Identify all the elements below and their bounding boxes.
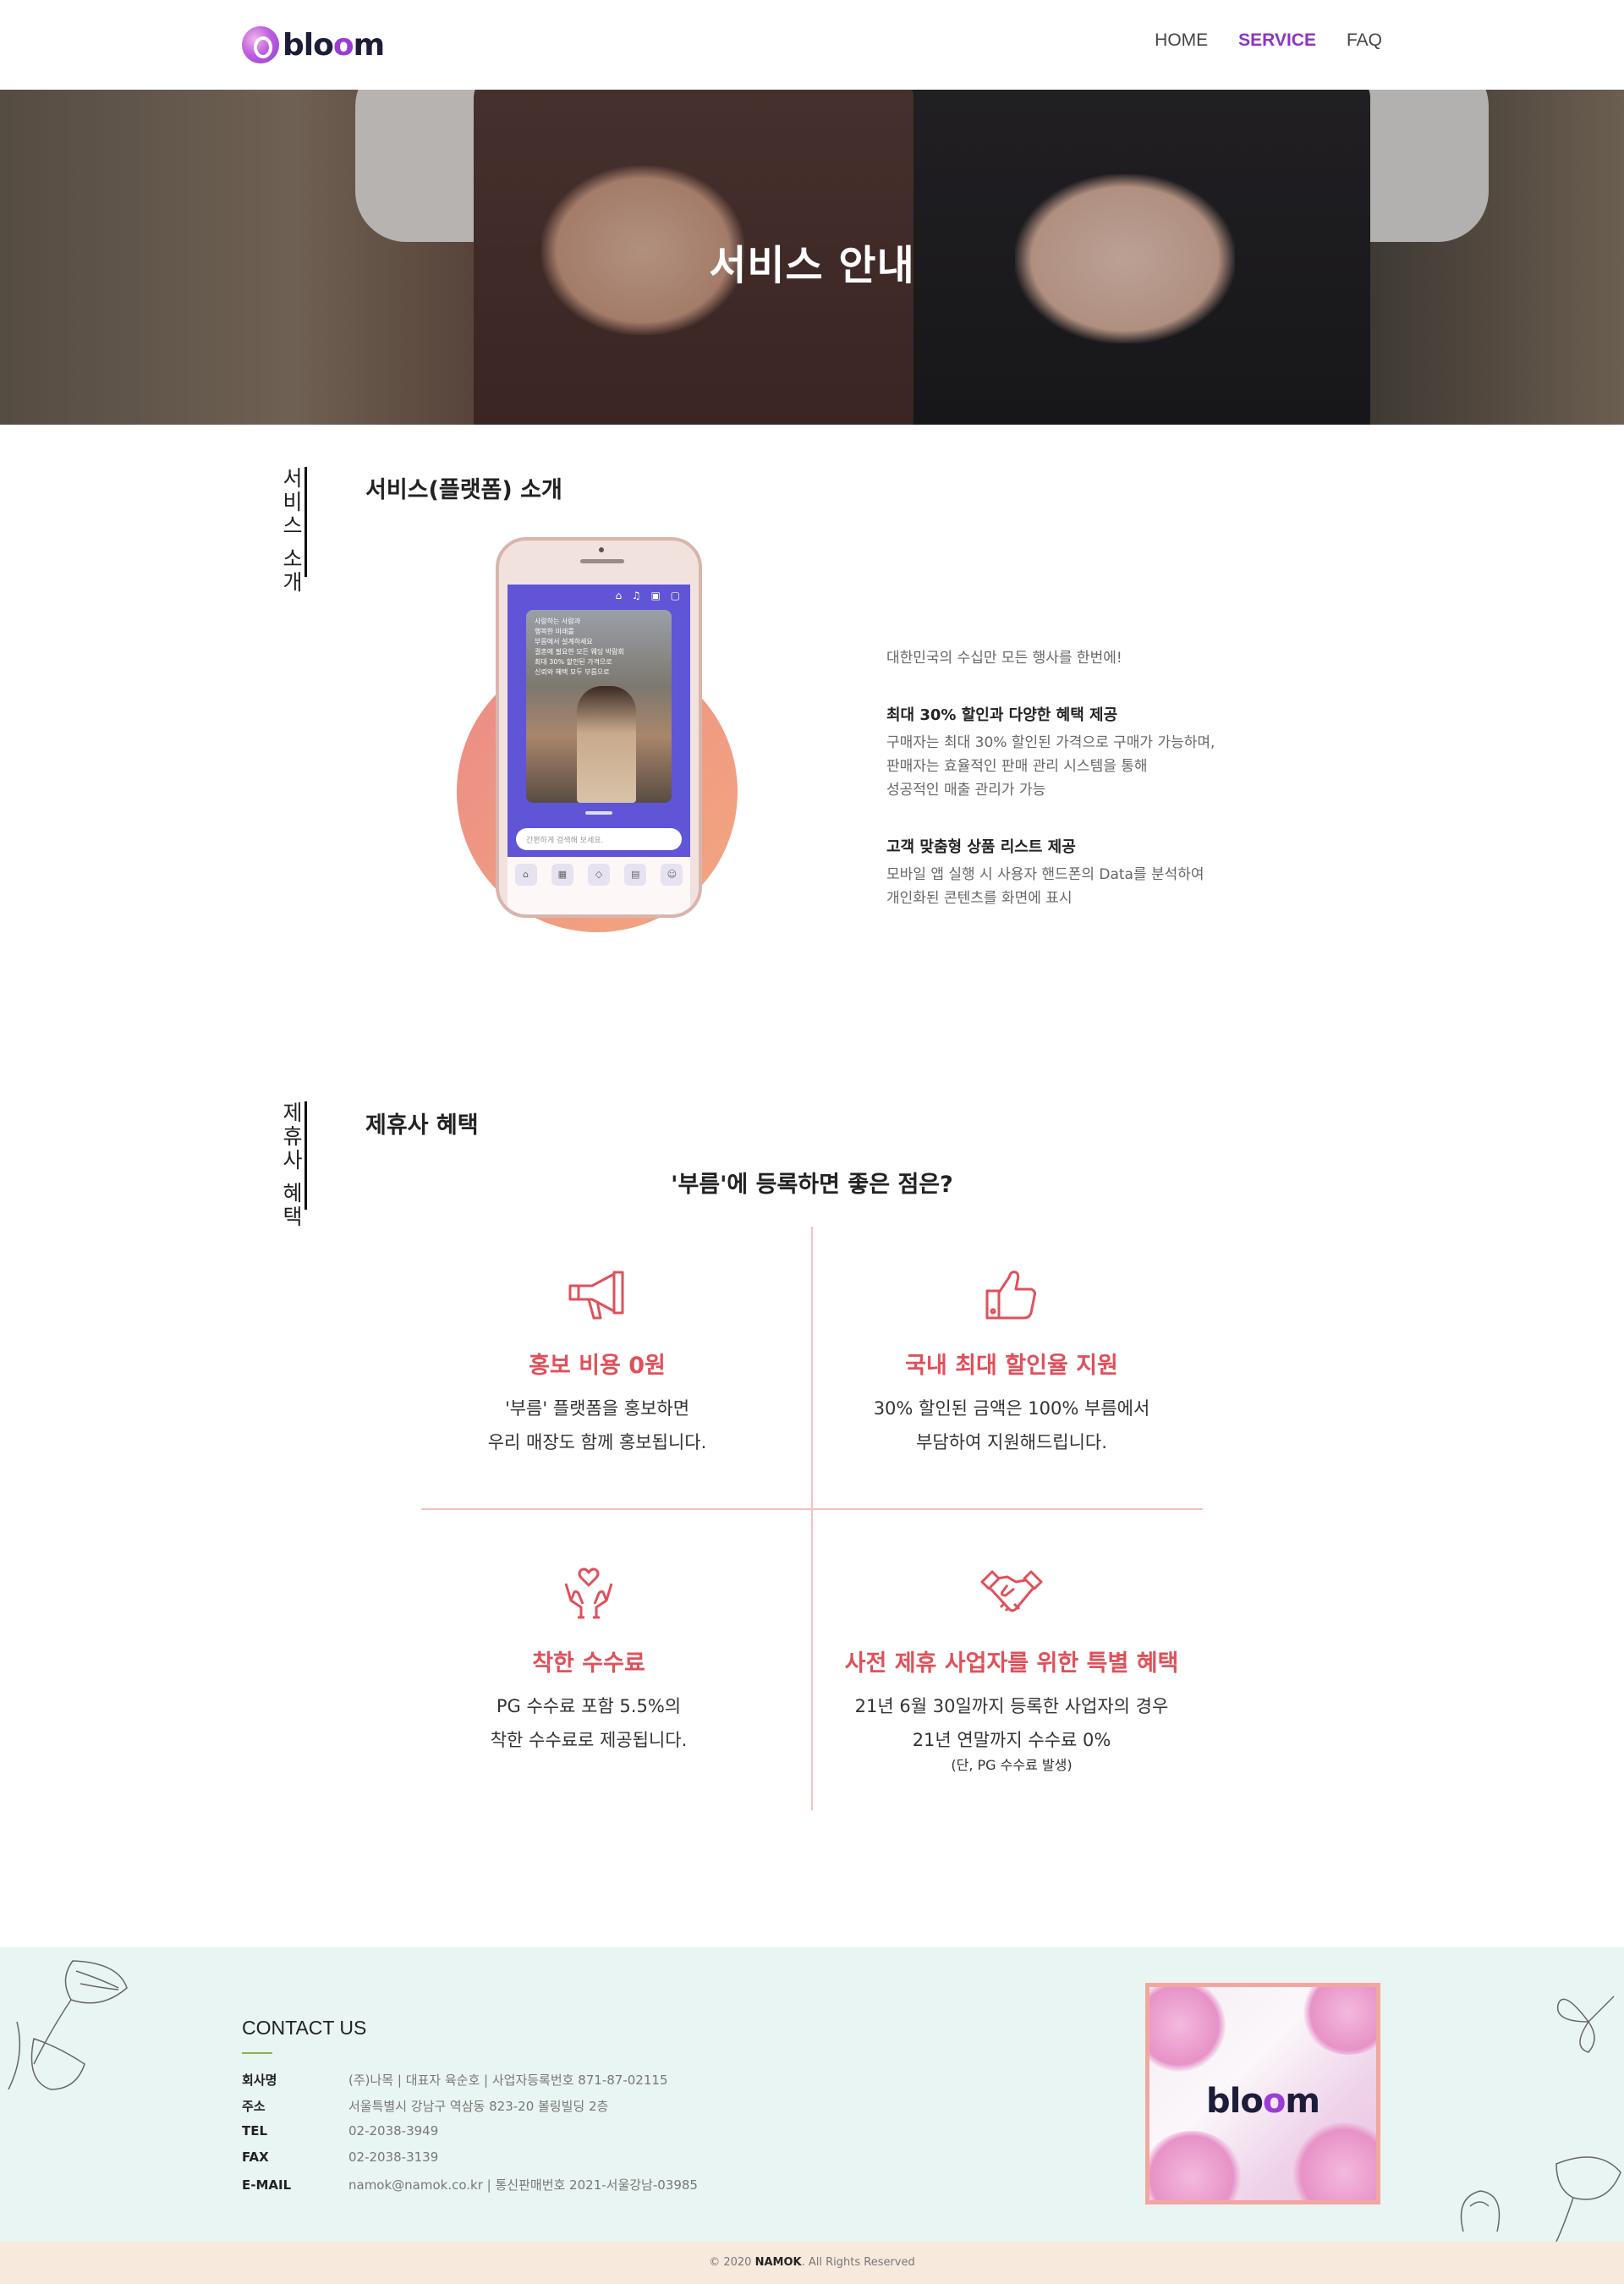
thumbs-up-icon <box>985 1271 1036 1320</box>
contact-title: CONTACT US <box>242 2017 367 2039</box>
main-nav: HOME SERVICE FAQ <box>1155 30 1382 51</box>
contact-row: 주소 서울특별시 강남구 역삼동 823-20 볼링빌딩 2층 <box>242 2099 609 2114</box>
grid-divider <box>811 1227 813 1810</box>
section-side-bar <box>304 467 307 577</box>
contact-row: TEL 02-2038-3949 <box>242 2123 439 2139</box>
category-icon: ▦ <box>551 864 573 886</box>
app-banner-text: 사랑하는 사람과 행복한 미래를 부름에서 설계하세요 결혼에 필요한 모든 웨… <box>535 618 624 676</box>
copyright-prefix: © 2020 <box>709 2256 752 2269</box>
app-banner-photo: 사랑하는 사람과 행복한 미래를 부름에서 설계하세요 결혼에 필요한 모든 웨… <box>526 610 672 803</box>
carousel-dots <box>585 811 612 815</box>
hero-banner: 서비스 안내 <box>0 90 1624 425</box>
benefit-note: (단, PG 수수료 발생) <box>951 1757 1073 1773</box>
nav-service[interactable]: SERVICE <box>1238 30 1316 51</box>
hero-title: 서비스 안내 <box>709 242 915 289</box>
blossom-shape <box>1302 1987 1376 2055</box>
butterfly-decoration-icon <box>1556 1996 1615 2053</box>
grid-divider <box>421 1508 1203 1510</box>
copyright-suffix: . All Rights Reserved <box>801 2256 915 2269</box>
benefit-card: 홍보 비용 0원 '부름' 플랫폼을 홍보하면 우리 매장도 함께 홍보됩니다. <box>403 1269 792 1459</box>
feature-heading: 고객 맞춤형 상품 리스트 제공 <box>886 838 1076 856</box>
logo-mark-icon <box>242 26 279 63</box>
feature-description: 모바일 앱 실행 시 사용자 핸드폰의 Data를 분석하여 개인화된 콘텐츠를… <box>886 866 1204 907</box>
contact-row: E-MAIL namok@namok.co.kr | 통신판매번호 2021-서울… <box>242 2177 698 2193</box>
benefit-title: 홍보 비용 0원 <box>529 1353 666 1379</box>
benefit-description: PG 수수료 포함 5.5%의 착한 수수료로 제공됩니다. <box>490 1696 688 1750</box>
benefit-title: 사전 제휴 사업자를 위한 특별 혜택 <box>844 1650 1179 1677</box>
app-tab-bar: ⌂ ▦ ◇ ▤ ☺ <box>508 857 690 914</box>
benefit-title: 국내 최대 할인율 지원 <box>905 1353 1118 1379</box>
flower-decoration-icon <box>1460 2156 1621 2242</box>
nav-home[interactable]: HOME <box>1155 30 1208 51</box>
blossom-shape <box>1293 2122 1376 2200</box>
copyright-bar: © 2020 NAMOK. All Rights Reserved <box>0 2242 1624 2284</box>
intro-tagline: 대한민국의 수십만 모든 행사를 한번에! <box>886 650 1122 667</box>
contact-row: FAX 02-2038-3139 <box>242 2149 439 2165</box>
logo-text: bloom <box>283 27 385 63</box>
phone-camera-icon <box>599 547 604 552</box>
user-icon: ☺ <box>661 864 683 886</box>
logo[interactable]: bloom <box>242 25 385 64</box>
footer-logo: bloom <box>1205 2082 1320 2121</box>
footer-brand-image: bloom <box>1145 1983 1380 2204</box>
megaphone-icon <box>568 1271 624 1320</box>
nav-faq[interactable]: FAQ <box>1347 30 1382 51</box>
benefit-card: 사전 제휴 사업자를 위한 특별 혜택 21년 6월 30일까지 등록한 사업자… <box>817 1567 1206 1774</box>
app-banner-figure <box>577 686 636 803</box>
benefit-title: 착한 수수료 <box>532 1650 645 1677</box>
app-top-icons: ⌂ ♫ ▣ ▢ <box>615 590 683 601</box>
contact-row: 회사명 (주)나목 | 대표자 육순호 | 사업자등록번호 871-87-0211… <box>242 2073 668 2088</box>
benefit-card: 착한 수수료 PG 수수료 포함 5.5%의 착한 수수료로 제공됩니다. <box>394 1567 783 1757</box>
phone-speaker <box>580 559 624 563</box>
feature-description: 구매자는 최대 30% 할인된 가격으로 구매가 가능하며, 판매자는 효율적인… <box>886 734 1215 799</box>
site-footer: CONTACT US 회사명 (주)나목 | 대표자 육순호 | 사업자등록번호 … <box>0 1947 1624 2242</box>
calendar-icon: ▤ <box>624 864 647 886</box>
handshake-icon <box>980 1570 1043 1612</box>
section-side-label: 서비스 소개 <box>279 467 304 595</box>
site-header: bloom HOME SERVICE FAQ <box>0 0 1624 90</box>
home-icon: ⌂ <box>514 864 537 886</box>
copyright-brand: NAMOK <box>754 2256 802 2269</box>
flower-decoration-icon <box>8 1960 128 2090</box>
blossom-shape <box>1149 1987 1226 2072</box>
benefit-card: 국내 최대 할인율 지원 30% 할인된 금액은 100% 부름에서 부담하여 … <box>817 1269 1206 1459</box>
contact-title-underline <box>242 2052 272 2054</box>
blossom-shape <box>1149 2131 1243 2200</box>
feature-heading: 최대 30% 할인과 다양한 혜택 제공 <box>886 706 1118 724</box>
benefits-subtitle: '부름'에 등록하면 좋은 점은? <box>671 1172 953 1198</box>
phone-mockup: ⌂ ♫ ▣ ▢ 사랑하는 사람과 행복한 미래를 부름에서 설계하세요 결혼에 … <box>496 537 702 918</box>
section-title: 제휴사 혜택 <box>365 1112 479 1139</box>
benefit-description: 21년 6월 30일까지 등록한 사업자의 경우 21년 연말까지 수수료 0% <box>854 1696 1169 1750</box>
app-search-input: 간편하게 검색해 보세요. <box>516 828 682 850</box>
benefit-description: '부름' 플랫폼을 홍보하면 우리 매장도 함께 홍보됩니다. <box>487 1398 707 1452</box>
section-title: 서비스(플랫폼) 소개 <box>365 477 562 503</box>
benefit-description: 30% 할인된 금액은 100% 부름에서 부담하여 지원해드립니다. <box>873 1398 1150 1452</box>
diamond-icon: ◇ <box>587 864 610 886</box>
heart-hands-icon <box>564 1568 613 1619</box>
phone-screen: ⌂ ♫ ▣ ▢ 사랑하는 사람과 행복한 미래를 부름에서 설계하세요 결혼에 … <box>508 585 690 914</box>
